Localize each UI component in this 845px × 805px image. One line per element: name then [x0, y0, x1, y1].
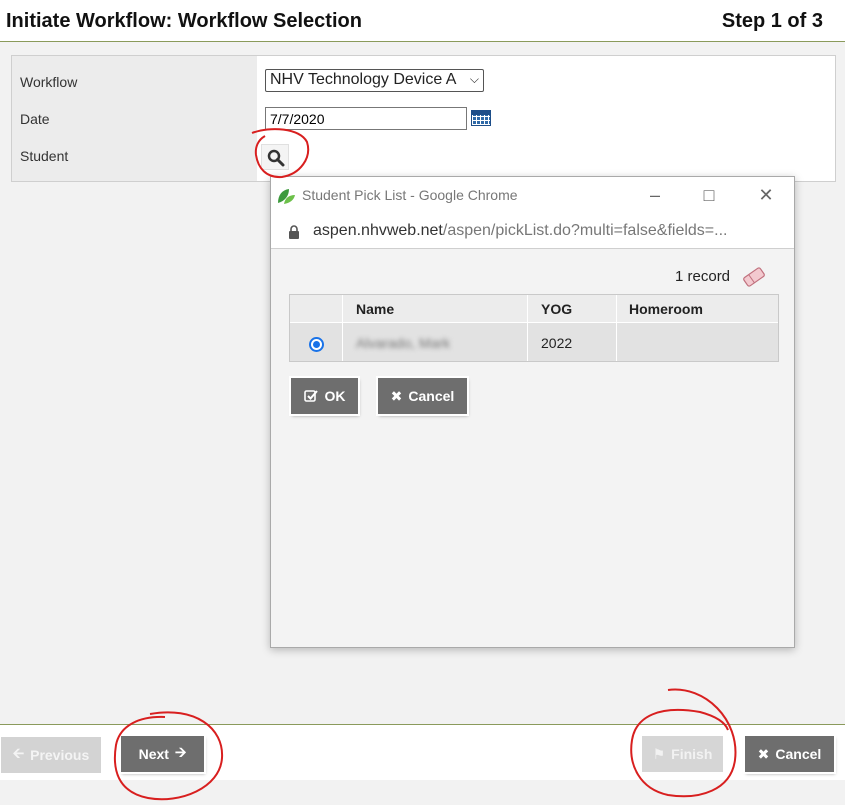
close-icon[interactable]: ✕: [756, 185, 776, 205]
maximize-icon[interactable]: □: [699, 185, 719, 205]
student-name-cell: Alvarado, Mark: [356, 334, 451, 351]
student-label: Student: [20, 148, 69, 164]
minimize-icon[interactable]: –: [645, 185, 665, 205]
ok-button[interactable]: OK: [291, 378, 358, 414]
row-radio-button[interactable]: [309, 337, 324, 352]
row-select-cell[interactable]: [290, 324, 324, 361]
student-pick-list-window: Student Pick List - Google Chrome – □ ✕ …: [270, 176, 795, 648]
date-label: Date: [20, 111, 50, 127]
finish-label: Finish: [671, 746, 713, 762]
lock-icon: [289, 225, 299, 239]
pick-list-table: Name YOG Homeroom Alvarado, Mark 2022: [289, 294, 779, 362]
arrow-left-icon: 🡨: [12, 745, 25, 761]
eraser-icon[interactable]: [741, 266, 767, 288]
table-row[interactable]: Alvarado, Mark 2022: [290, 324, 778, 361]
workflow-form: Workflow Date Student NHV Technology Dev…: [11, 55, 836, 182]
calendar-icon[interactable]: [471, 110, 491, 126]
popup-titlebar: Student Pick List - Google Chrome – □ ✕: [271, 177, 794, 213]
close-x-icon: ✖: [390, 387, 403, 404]
ok-label: OK: [324, 388, 346, 404]
step-indicator: Step 1 of 3: [721, 10, 823, 32]
student-search-button[interactable]: [261, 144, 289, 170]
flag-icon: ⚑: [652, 745, 666, 762]
column-header-name[interactable]: Name: [356, 295, 394, 322]
leaf-logo-icon: [278, 189, 295, 204]
column-divider: [616, 295, 617, 361]
address-bar[interactable]: aspen.nhvweb.net/aspen/pickList.do?multi…: [271, 213, 794, 249]
column-divider: [527, 295, 528, 361]
finish-button[interactable]: ⚑ Finish: [642, 736, 723, 772]
workflow-select[interactable]: NHV Technology Device A ⌵: [265, 69, 484, 92]
workflow-label: Workflow: [20, 74, 78, 90]
workflow-select-value: NHV Technology Device A: [270, 71, 457, 88]
table-header-row: Name YOG Homeroom: [290, 295, 778, 323]
close-x-icon: ✖: [757, 745, 770, 762]
chevron-down-icon: ⌵: [469, 72, 479, 86]
page-header: Initiate Workflow: Workflow Selection St…: [0, 0, 845, 42]
next-label: Next: [138, 746, 169, 762]
column-divider: [342, 295, 343, 361]
page-title: Initiate Workflow: Workflow Selection: [6, 10, 362, 32]
previous-button[interactable]: 🡨 Previous: [1, 737, 101, 773]
popup-cancel-label: Cancel: [408, 388, 455, 404]
cancel-button[interactable]: ✖ Cancel: [745, 736, 834, 772]
popup-window-title: Student Pick List - Google Chrome: [302, 187, 518, 203]
url-path: /aspen/pickList.do?multi=false&fields=..…: [442, 222, 728, 239]
next-button[interactable]: Next 🡪: [121, 736, 204, 772]
popup-cancel-button[interactable]: ✖ Cancel: [378, 378, 467, 414]
date-input[interactable]: [265, 107, 467, 130]
arrow-right-icon: 🡪: [174, 744, 187, 760]
url-text: aspen.nhvweb.net/aspen/pickList.do?multi…: [313, 222, 727, 240]
url-host: aspen.nhvweb.net: [313, 222, 443, 239]
previous-label: Previous: [30, 747, 90, 763]
checkbox-check-icon: [303, 390, 318, 402]
record-count: 1 record: [675, 268, 731, 285]
wizard-footer: 🡨 Previous Next 🡪 ⚑ Finish ✖ Cancel: [0, 724, 845, 780]
yog-cell: 2022: [541, 334, 573, 351]
column-header-homeroom[interactable]: Homeroom: [629, 295, 703, 322]
column-header-yog[interactable]: YOG: [541, 295, 572, 322]
search-icon: [267, 149, 285, 167]
cancel-label: Cancel: [775, 746, 822, 762]
